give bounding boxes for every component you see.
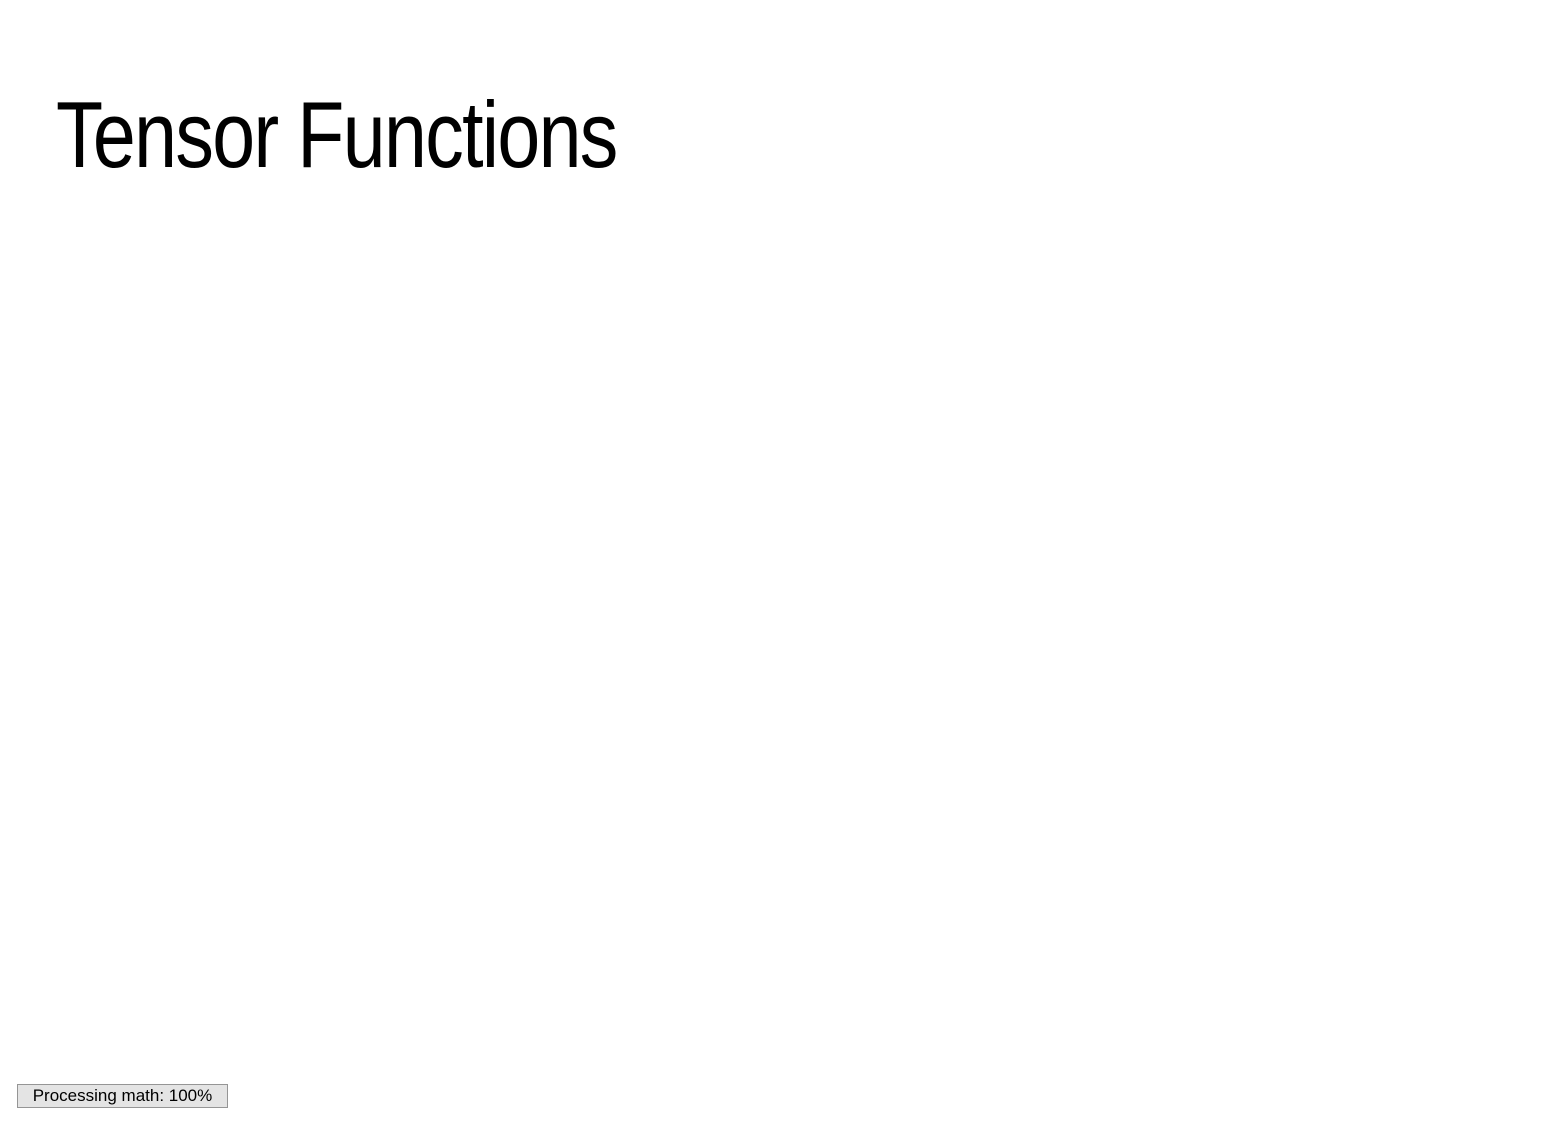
math-processing-status: Processing math: 100% — [17, 1084, 228, 1108]
math-processing-status-text: Processing math: 100% — [32, 1086, 213, 1105]
page-title: Tensor Functions — [56, 82, 618, 187]
